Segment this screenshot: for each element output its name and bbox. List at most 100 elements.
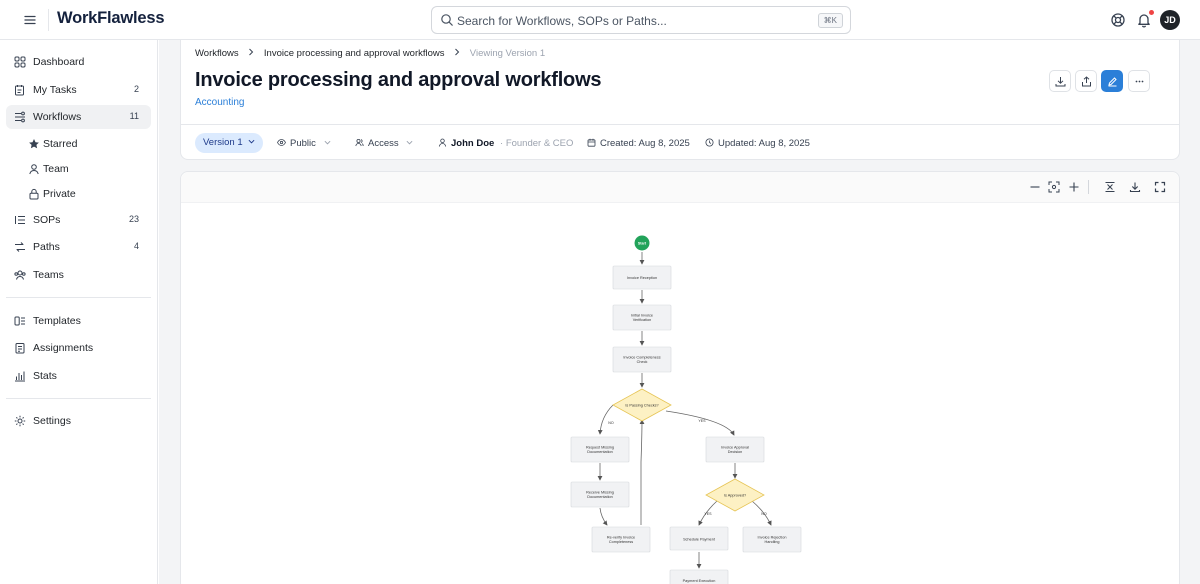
chevron-right-icon <box>249 48 254 56</box>
flow-node-initial-verification[interactable]: Initial Invoice Verification <box>612 304 672 331</box>
flow-node-reception[interactable]: Invoice Reception <box>612 265 672 290</box>
workflow-meta-bar: Version 1 Public Access John Doe · Found… <box>180 124 1180 160</box>
flow-start-node[interactable]: Start <box>634 235 650 251</box>
owner-name: John Doe <box>438 138 494 149</box>
sidebar-item-teams[interactable]: Teams <box>6 263 151 287</box>
flow-node-request-missing[interactable]: Request Missing Documentation <box>570 436 630 463</box>
sidebar-item-label: SOPs <box>33 214 61 226</box>
updated-date: Updated: Aug 8, 2025 <box>705 138 810 149</box>
flow-node-label: Request Missing <box>586 446 614 450</box>
sidebar-item-templates[interactable]: Templates <box>6 309 151 333</box>
flow-node-label: Invoice Rejection <box>758 536 787 540</box>
sidebar-item-label: Team <box>43 163 69 175</box>
flow-node-reverify[interactable]: Re-verify Invoice Completeness <box>591 526 651 553</box>
sidebar-item-stats[interactable]: Stats <box>6 364 151 388</box>
users-icon <box>355 138 364 147</box>
sidebar-item-label: Templates <box>33 315 81 327</box>
owner-role-text: Founder & CEO <box>505 138 574 149</box>
flow-node-label: Verification <box>633 318 652 322</box>
sidebar-item-paths[interactable]: Paths 4 <box>6 235 151 259</box>
flow-node-label: Schedule Payment <box>683 538 716 542</box>
flow-decision-checks[interactable]: Is Passing Checks? <box>612 388 672 422</box>
sidebar-item-my-tasks[interactable]: My Tasks 2 <box>6 78 151 102</box>
main-content: Workflows Invoice processing and approva… <box>159 40 1200 584</box>
flow-node-rejection-handling[interactable]: Invoice Rejection Handling <box>742 526 802 553</box>
app-logo[interactable]: WorkFlawless <box>57 9 165 28</box>
chevron-down-icon <box>324 140 330 145</box>
eye-icon <box>277 139 286 146</box>
sidebar-item-count: 23 <box>128 214 139 224</box>
help-icon[interactable] <box>1110 12 1126 28</box>
flow-node-label: Handling <box>765 540 780 544</box>
logo-divider <box>48 9 49 31</box>
edit-icon <box>1108 77 1117 87</box>
flow-decision-approved[interactable]: Is Approved? <box>705 478 765 512</box>
sidebar-item-count: 2 <box>133 84 139 94</box>
sidebar-item-settings[interactable]: Settings <box>6 409 151 433</box>
chevron-down-icon <box>248 139 255 144</box>
sidebar-item-count: 4 <box>133 241 139 251</box>
created-date: Created: Aug 8, 2025 <box>587 138 690 149</box>
flowchart-canvas[interactable]: Start Invoice Reception Initial Invoice … <box>180 171 1180 584</box>
sidebar-item-assignments[interactable]: Assignments <box>6 336 151 360</box>
category-link[interactable]: Accounting <box>195 97 244 108</box>
dashboard-icon <box>14 56 26 68</box>
clock-icon <box>705 138 714 147</box>
breadcrumb-version: Viewing Version 1 <box>469 48 546 59</box>
share-button[interactable] <box>1075 70 1097 92</box>
sidebar-item-team[interactable]: Team <box>6 157 151 181</box>
edge-label-no: NO <box>608 421 614 425</box>
flow-start-label: Start <box>638 242 647 246</box>
download-button[interactable] <box>1049 70 1071 92</box>
sidebar-item-label: Stats <box>33 370 57 382</box>
sidebar-item-label: Teams <box>33 269 64 281</box>
search-placeholder: Search for Workflows, SOPs or Paths... <box>457 14 667 28</box>
flow-node-approval-decision[interactable]: Invoice Approval Decision <box>705 436 765 463</box>
sidebar-item-label: Starred <box>43 138 78 150</box>
more-button[interactable] <box>1128 70 1150 92</box>
owner-name-text: John Doe <box>451 138 495 149</box>
sidebar: Dashboard My Tasks 2 Workflows 11 Starre… <box>0 40 158 584</box>
lock-icon <box>29 188 39 200</box>
user-icon <box>438 138 447 147</box>
flow-node-label: Documentation <box>587 450 613 454</box>
flow-decision-label: Is Passing Checks? <box>625 404 658 408</box>
flow-node-label: Re-verify Invoice <box>607 536 635 540</box>
flow-node-schedule-payment[interactable]: Schedule Payment <box>669 526 729 551</box>
flow-node-receive-missing[interactable]: Receive Missing Documentation <box>570 481 630 508</box>
breadcrumb-workflows[interactable]: Workflows <box>195 48 239 59</box>
paths-icon <box>15 242 25 252</box>
sidebar-item-workflows[interactable]: Workflows 11 <box>6 105 151 129</box>
chevron-down-icon <box>406 140 413 145</box>
sidebar-item-starred[interactable]: Starred <box>6 132 151 156</box>
sidebar-item-private[interactable]: Private <box>6 182 151 206</box>
edge-label-no: NO <box>761 512 767 516</box>
settings-icon <box>14 415 26 427</box>
tasks-icon <box>15 85 24 96</box>
flow-node-label: Completeness <box>609 540 633 544</box>
list-icon <box>15 216 25 224</box>
sidebar-item-sops[interactable]: SOPs 23 <box>6 208 151 232</box>
sidebar-item-count: 11 <box>129 111 139 121</box>
search-input[interactable]: Search for Workflows, SOPs or Paths... ⌘… <box>431 6 851 34</box>
breadcrumb-workflow[interactable]: Invoice processing and approval workflow… <box>264 48 445 59</box>
edit-button[interactable] <box>1101 70 1123 92</box>
flow-node-payment-execution[interactable]: Payment Execution <box>669 569 729 584</box>
version-dropdown[interactable]: Version 1 <box>195 133 264 153</box>
flow-node-completeness-check[interactable]: Invoice Completeness Check <box>612 346 672 373</box>
edge-label-yes: YES <box>704 512 712 516</box>
flow-node-label: Decision <box>728 450 743 454</box>
flow-node-label: Invoice Reception <box>627 276 657 280</box>
assignments-icon <box>15 343 25 354</box>
version-label: Version 1 <box>203 137 243 148</box>
teams-icon <box>14 270 26 280</box>
access-dropdown[interactable]: Access <box>355 138 413 149</box>
flow-node-label: Receive Missing <box>586 491 614 495</box>
workflows-icon <box>15 111 25 123</box>
sidebar-item-dashboard[interactable]: Dashboard <box>6 50 151 74</box>
visibility-dropdown[interactable]: Public <box>277 138 331 149</box>
flow-node-label: Payment Execution <box>683 579 716 583</box>
menu-icon[interactable] <box>22 12 38 28</box>
avatar[interactable]: JD <box>1160 10 1180 30</box>
flow-node-label: Invoice Approval <box>721 446 749 450</box>
